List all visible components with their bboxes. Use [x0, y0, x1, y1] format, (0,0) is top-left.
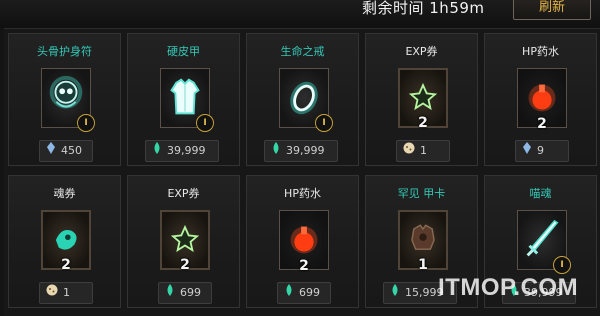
soul-flame-icon: [390, 283, 400, 303]
shop-item-card[interactable]: 生命之戒 I 39,999: [246, 33, 359, 166]
price-box[interactable]: 1: [39, 282, 93, 304]
item-slot[interactable]: 2: [398, 68, 448, 131]
item-name: HP药水: [522, 45, 559, 58]
price-box[interactable]: 1: [396, 140, 450, 162]
top-bar: 剩余时间 1h59m 刷新: [0, 0, 600, 28]
rank-badge: I: [77, 114, 95, 132]
price-box[interactable]: 39,999: [264, 140, 338, 162]
price-amount: 1: [420, 144, 427, 157]
price-amount: 9: [537, 144, 544, 157]
price-amount: 1: [63, 286, 70, 299]
soul-flame-icon: [152, 141, 162, 161]
item-name: 硬皮甲: [167, 45, 200, 58]
rank-badge: I: [553, 256, 571, 274]
price-box[interactable]: 9: [515, 140, 569, 162]
item-quantity: 2: [61, 257, 71, 273]
rank-badge: I: [315, 114, 333, 132]
price-amount: 699: [180, 286, 201, 299]
item-name: 罕见 甲卡: [397, 187, 446, 200]
item-slot[interactable]: 2: [279, 210, 329, 274]
price-amount: 450: [61, 144, 82, 157]
price-amount: 39,999: [167, 144, 206, 157]
item-slot[interactable]: I: [41, 68, 95, 132]
cookie-icon: [403, 141, 415, 161]
item-name: 魂券: [53, 187, 76, 200]
item-slot[interactable]: 2: [41, 210, 91, 273]
soul-flame-icon: [271, 141, 281, 161]
shop-item-card[interactable]: EXP券 2 699: [127, 175, 240, 308]
price-box[interactable]: 699: [277, 282, 331, 304]
refresh-button[interactable]: 刷新: [513, 0, 591, 20]
price-amount: 699: [299, 286, 320, 299]
shop-panel: 头骨护身符 I 450 硬皮甲 I 39,999 生命之戒 I 39,999 E…: [4, 28, 600, 316]
shop-item-card[interactable]: 魂券 2 1: [8, 175, 121, 308]
item-quantity: 2: [537, 116, 547, 132]
price-box[interactable]: 39,999: [145, 140, 219, 162]
item-name: 头骨护身符: [37, 45, 92, 58]
item-name: 喵魂: [529, 187, 552, 200]
remaining-time-label: 剩余时间 1h59m: [362, 0, 485, 17]
item-name: EXP券: [405, 45, 438, 58]
shop-item-card[interactable]: 硬皮甲 I 39,999: [127, 33, 240, 166]
item-name: 生命之戒: [280, 45, 325, 58]
crystal-icon: [522, 141, 532, 161]
item-slot[interactable]: 2: [160, 210, 210, 273]
item-slot[interactable]: I: [279, 68, 333, 132]
shop-item-card[interactable]: 头骨护身符 I 450: [8, 33, 121, 166]
item-slot[interactable]: 2: [517, 68, 567, 132]
shop-item-card[interactable]: EXP券 2 1: [365, 33, 478, 166]
item-name: EXP券: [167, 187, 200, 200]
item-quantity: 1: [418, 257, 428, 273]
soul-flame-icon: [284, 283, 294, 303]
item-quantity: 2: [418, 115, 428, 131]
crystal-icon: [46, 141, 56, 161]
price-box[interactable]: 450: [39, 140, 93, 162]
watermark-text: ITMOP.COM: [438, 274, 579, 301]
cookie-icon: [46, 283, 58, 303]
shop-item-card[interactable]: HP药水 2 699: [246, 175, 359, 308]
item-slot[interactable]: 1: [398, 210, 448, 273]
item-quantity: 2: [180, 257, 190, 273]
price-box[interactable]: 699: [158, 282, 212, 304]
rank-badge: I: [196, 114, 214, 132]
item-slot[interactable]: I: [517, 210, 571, 274]
item-name: HP药水: [284, 187, 321, 200]
soul-flame-icon: [165, 283, 175, 303]
shop-item-card[interactable]: HP药水 2 9: [484, 33, 597, 166]
price-amount: 39,999: [286, 144, 325, 157]
item-slot[interactable]: I: [160, 68, 214, 132]
item-quantity: 2: [299, 258, 309, 274]
